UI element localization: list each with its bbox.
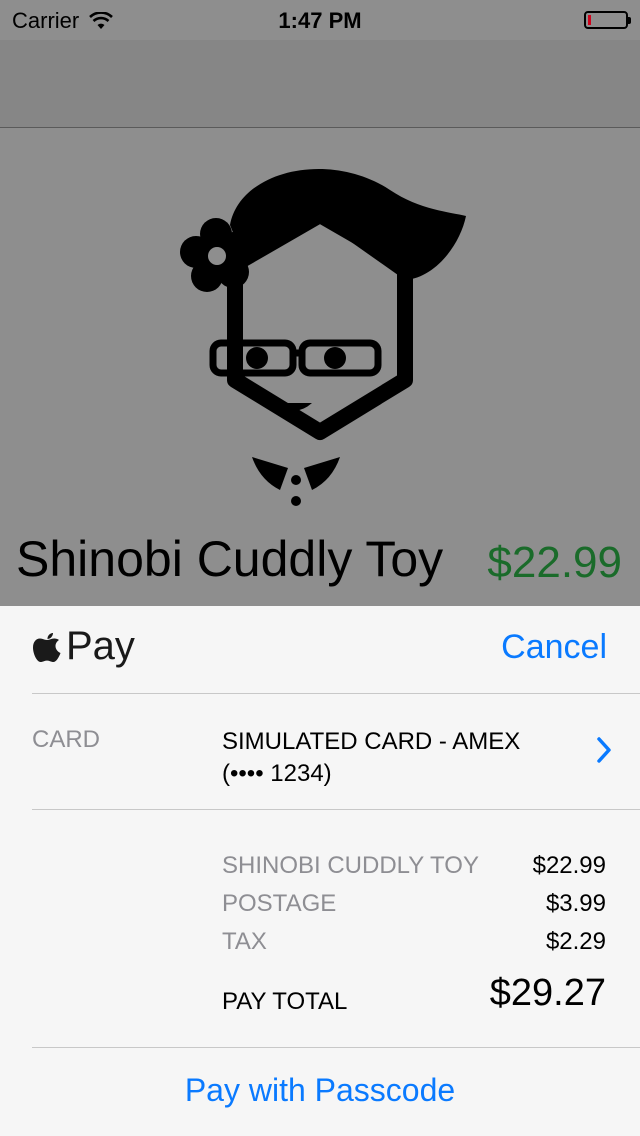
line-item-label: TAX: [222, 928, 267, 955]
card-value: SIMULATED CARD - AMEX (•••• 1234): [222, 726, 562, 790]
line-item: POSTAGE $3.99: [222, 890, 606, 922]
pay-with-passcode-button[interactable]: Pay with Passcode: [0, 1072, 640, 1109]
apple-pay-sheet: Pay Cancel CARD SIMULATED CARD - AMEX (•…: [0, 606, 640, 1136]
line-item-amount: $22.99: [532, 852, 606, 879]
card-selector-row[interactable]: CARD SIMULATED CARD - AMEX (•••• 1234): [32, 694, 640, 810]
line-item: SHINOBI CUDDLY TOY $22.99: [222, 852, 606, 884]
pay-sheet-header: Pay Cancel: [32, 606, 640, 694]
battery-icon: [584, 11, 631, 29]
card-name: SIMULATED CARD - AMEX: [222, 728, 521, 755]
line-item-label: POSTAGE: [222, 890, 337, 917]
product-name: Shinobi Cuddly Toy: [16, 531, 444, 587]
apple-pay-logo: Pay: [32, 626, 135, 666]
card-number: (•••• 1234): [222, 760, 332, 787]
line-item: TAX $2.29: [222, 928, 606, 960]
product-price: $22.99: [487, 538, 622, 587]
status-time: 1:47 PM: [278, 8, 362, 33]
apple-icon: [33, 633, 61, 662]
navigation-bar: [0, 40, 640, 128]
shinobi-character-illustration: [180, 168, 466, 506]
cancel-button[interactable]: Cancel: [501, 628, 607, 667]
total-amount: $29.27: [489, 972, 606, 1014]
total-row: PAY TOTAL $29.27: [222, 972, 606, 1022]
total-label: PAY TOTAL: [222, 988, 348, 1015]
payment-summary: SHINOBI CUDDLY TOY $22.99 POSTAGE $3.99 …: [32, 810, 640, 1048]
line-item-amount: $3.99: [545, 890, 606, 917]
chevron-right-icon[interactable]: [596, 736, 612, 764]
line-item-label: SHINOBI CUDDLY TOY: [222, 852, 479, 879]
apple-pay-word: Pay: [66, 624, 135, 668]
line-item-amount: $2.29: [545, 928, 606, 955]
battery-level: [588, 15, 591, 25]
status-bar: Carrier 1:47 PM: [0, 0, 640, 40]
card-label: CARD: [32, 726, 101, 753]
